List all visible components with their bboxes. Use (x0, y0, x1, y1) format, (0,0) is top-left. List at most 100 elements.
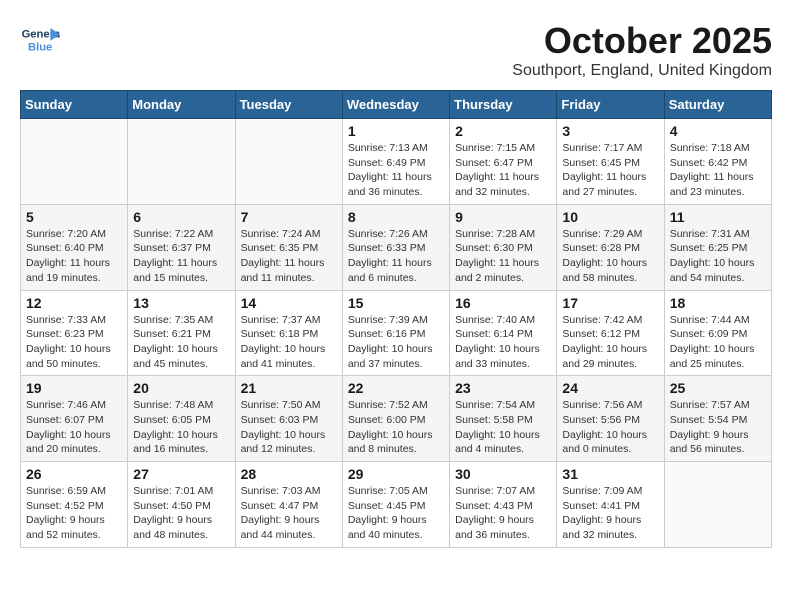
day-info: Sunrise: 7:39 AM Sunset: 6:16 PM Dayligh… (348, 313, 444, 372)
day-number: 31 (562, 466, 658, 482)
day-number: 7 (241, 209, 337, 225)
day-number: 27 (133, 466, 229, 482)
title-area: October 2025 Southport, England, United … (512, 20, 772, 80)
calendar-cell: 28Sunrise: 7:03 AM Sunset: 4:47 PM Dayli… (235, 462, 342, 548)
calendar-cell: 8 Sunrise: 7:26 AM Sunset: 6:33 PM Daylig… (342, 204, 449, 290)
weekday-header-cell: Thursday (450, 91, 557, 119)
calendar-cell: 29 Sunrise: 7:05 AM Sunset: 4:45 PM Dayli… (342, 462, 449, 548)
logo: General Blue (20, 20, 60, 60)
day-number: 4 (670, 123, 766, 139)
day-info: Sunrise: 7:56 AM Sunset: 5:56 PM Dayligh… (562, 398, 658, 457)
day-number: 19 (26, 380, 122, 396)
logo-icon: General Blue (20, 20, 60, 60)
month-title: October 2025 (512, 20, 772, 62)
location: Southport, England, United Kingdom (512, 62, 772, 80)
day-info: Sunrise: 7:35 AM Sunset: 6:21 PM Dayligh… (133, 313, 229, 372)
calendar-cell: 21Sunrise: 7:50 AM Sunset: 6:03 PM Dayli… (235, 376, 342, 462)
day-info: Sunrise: 7:50 AM Sunset: 6:03 PM Dayligh… (241, 398, 337, 457)
day-number: 2 (455, 123, 551, 139)
day-number: 8 (348, 209, 444, 225)
day-info: Sunrise: 7:42 AM Sunset: 6:12 PM Dayligh… (562, 313, 658, 372)
calendar-cell: 24 Sunrise: 7:56 AM Sunset: 5:56 PM Dayli… (557, 376, 664, 462)
calendar-week-row: 1Sunrise: 7:13 AM Sunset: 6:49 PM Daylig… (21, 119, 772, 205)
calendar-cell: 17 Sunrise: 7:42 AM Sunset: 6:12 PM Dayli… (557, 290, 664, 376)
calendar-cell: 10 Sunrise: 7:29 AM Sunset: 6:28 PM Dayli… (557, 204, 664, 290)
day-number: 3 (562, 123, 658, 139)
day-info: Sunrise: 7:01 AM Sunset: 4:50 PM Dayligh… (133, 484, 229, 543)
calendar-cell: 25Sunrise: 7:57 AM Sunset: 5:54 PM Dayli… (664, 376, 771, 462)
calendar-week-row: 19 Sunrise: 7:46 AM Sunset: 6:07 PM Dayli… (21, 376, 772, 462)
calendar-cell: 3 Sunrise: 7:17 AM Sunset: 6:45 PM Daylig… (557, 119, 664, 205)
calendar-cell (21, 119, 128, 205)
day-number: 17 (562, 295, 658, 311)
calendar-cell: 6 Sunrise: 7:22 AM Sunset: 6:37 PM Daylig… (128, 204, 235, 290)
day-number: 5 (26, 209, 122, 225)
calendar-cell: 22Sunrise: 7:52 AM Sunset: 6:00 PM Dayli… (342, 376, 449, 462)
day-info: Sunrise: 7:37 AM Sunset: 6:18 PM Dayligh… (241, 313, 337, 372)
calendar-cell: 9Sunrise: 7:28 AM Sunset: 6:30 PM Daylig… (450, 204, 557, 290)
calendar-cell: 18Sunrise: 7:44 AM Sunset: 6:09 PM Dayli… (664, 290, 771, 376)
day-info: Sunrise: 7:24 AM Sunset: 6:35 PM Dayligh… (241, 227, 337, 286)
day-number: 16 (455, 295, 551, 311)
calendar-cell: 1Sunrise: 7:13 AM Sunset: 6:49 PM Daylig… (342, 119, 449, 205)
day-info: Sunrise: 7:15 AM Sunset: 6:47 PM Dayligh… (455, 141, 551, 200)
day-number: 12 (26, 295, 122, 311)
day-info: Sunrise: 7:40 AM Sunset: 6:14 PM Dayligh… (455, 313, 551, 372)
day-info: Sunrise: 7:03 AM Sunset: 4:47 PM Dayligh… (241, 484, 337, 543)
day-number: 15 (348, 295, 444, 311)
day-number: 11 (670, 209, 766, 225)
calendar-cell: 31Sunrise: 7:09 AM Sunset: 4:41 PM Dayli… (557, 462, 664, 548)
day-info: Sunrise: 7:57 AM Sunset: 5:54 PM Dayligh… (670, 398, 766, 457)
calendar-cell: 15 Sunrise: 7:39 AM Sunset: 6:16 PM Dayli… (342, 290, 449, 376)
day-info: Sunrise: 7:52 AM Sunset: 6:00 PM Dayligh… (348, 398, 444, 457)
day-info: Sunrise: 7:26 AM Sunset: 6:33 PM Dayligh… (348, 227, 444, 286)
calendar-cell: 5Sunrise: 7:20 AM Sunset: 6:40 PM Daylig… (21, 204, 128, 290)
weekday-header-cell: Sunday (21, 91, 128, 119)
header: General Blue October 2025 Southport, Eng… (20, 20, 772, 80)
calendar-cell: 19 Sunrise: 7:46 AM Sunset: 6:07 PM Dayli… (21, 376, 128, 462)
day-number: 6 (133, 209, 229, 225)
calendar-cell: 11 Sunrise: 7:31 AM Sunset: 6:25 PM Dayli… (664, 204, 771, 290)
day-number: 26 (26, 466, 122, 482)
day-info: Sunrise: 7:05 AM Sunset: 4:45 PM Dayligh… (348, 484, 444, 543)
calendar-cell: 30 Sunrise: 7:07 AM Sunset: 4:43 PM Dayli… (450, 462, 557, 548)
day-number: 14 (241, 295, 337, 311)
calendar-week-row: 5Sunrise: 7:20 AM Sunset: 6:40 PM Daylig… (21, 204, 772, 290)
calendar-cell: 16 Sunrise: 7:40 AM Sunset: 6:14 PM Dayli… (450, 290, 557, 376)
day-info: Sunrise: 7:22 AM Sunset: 6:37 PM Dayligh… (133, 227, 229, 286)
calendar-cell: 14 Sunrise: 7:37 AM Sunset: 6:18 PM Dayli… (235, 290, 342, 376)
day-info: Sunrise: 7:29 AM Sunset: 6:28 PM Dayligh… (562, 227, 658, 286)
day-number: 23 (455, 380, 551, 396)
weekday-header-row: SundayMondayTuesdayWednesdayThursdayFrid… (21, 91, 772, 119)
calendar-table: SundayMondayTuesdayWednesdayThursdayFrid… (20, 90, 772, 548)
calendar-cell (128, 119, 235, 205)
day-info: Sunrise: 7:17 AM Sunset: 6:45 PM Dayligh… (562, 141, 658, 200)
day-info: Sunrise: 7:48 AM Sunset: 6:05 PM Dayligh… (133, 398, 229, 457)
day-info: Sunrise: 7:28 AM Sunset: 6:30 PM Dayligh… (455, 227, 551, 286)
weekday-header-cell: Saturday (664, 91, 771, 119)
day-number: 24 (562, 380, 658, 396)
calendar-body: 1Sunrise: 7:13 AM Sunset: 6:49 PM Daylig… (21, 119, 772, 548)
day-info: Sunrise: 7:46 AM Sunset: 6:07 PM Dayligh… (26, 398, 122, 457)
day-info: Sunrise: 7:31 AM Sunset: 6:25 PM Dayligh… (670, 227, 766, 286)
day-number: 30 (455, 466, 551, 482)
calendar-cell: 13Sunrise: 7:35 AM Sunset: 6:21 PM Dayli… (128, 290, 235, 376)
day-number: 29 (348, 466, 444, 482)
svg-text:Blue: Blue (28, 41, 52, 53)
calendar-cell: 12 Sunrise: 7:33 AM Sunset: 6:23 PM Dayli… (21, 290, 128, 376)
day-info: Sunrise: 7:44 AM Sunset: 6:09 PM Dayligh… (670, 313, 766, 372)
calendar-cell: 7 Sunrise: 7:24 AM Sunset: 6:35 PM Daylig… (235, 204, 342, 290)
calendar-cell: 26 Sunrise: 6:59 AM Sunset: 4:52 PM Dayli… (21, 462, 128, 548)
calendar-cell: 27 Sunrise: 7:01 AM Sunset: 4:50 PM Dayli… (128, 462, 235, 548)
day-info: Sunrise: 7:54 AM Sunset: 5:58 PM Dayligh… (455, 398, 551, 457)
calendar-cell: 23 Sunrise: 7:54 AM Sunset: 5:58 PM Dayli… (450, 376, 557, 462)
day-info: Sunrise: 7:18 AM Sunset: 6:42 PM Dayligh… (670, 141, 766, 200)
day-info: Sunrise: 7:07 AM Sunset: 4:43 PM Dayligh… (455, 484, 551, 543)
weekday-header-cell: Monday (128, 91, 235, 119)
calendar-cell (664, 462, 771, 548)
calendar-week-row: 12 Sunrise: 7:33 AM Sunset: 6:23 PM Dayli… (21, 290, 772, 376)
day-number: 10 (562, 209, 658, 225)
day-info: Sunrise: 7:33 AM Sunset: 6:23 PM Dayligh… (26, 313, 122, 372)
day-info: Sunrise: 6:59 AM Sunset: 4:52 PM Dayligh… (26, 484, 122, 543)
weekday-header-cell: Tuesday (235, 91, 342, 119)
